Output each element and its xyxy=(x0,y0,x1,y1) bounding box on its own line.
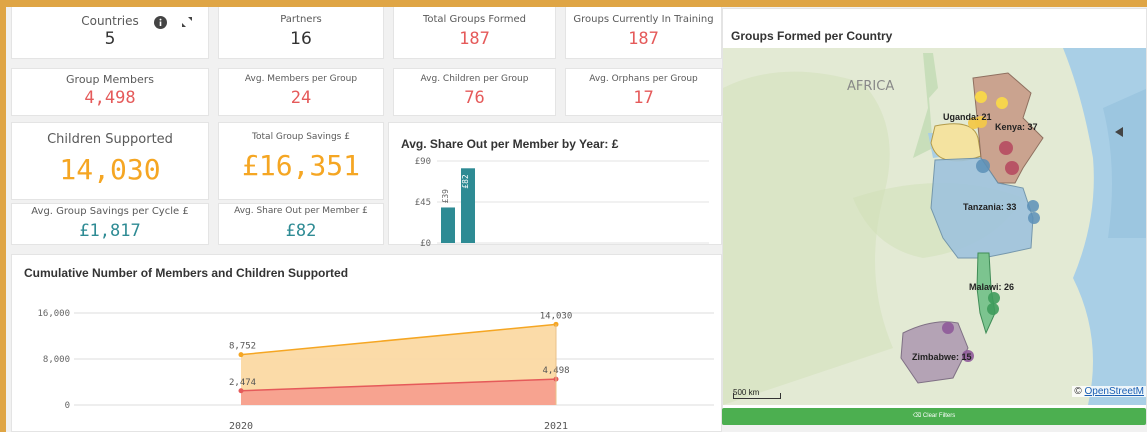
map-title: Groups Formed per Country xyxy=(731,29,893,43)
map-continent-label: AFRICA xyxy=(847,79,894,94)
bar-data-label: £82 xyxy=(461,174,470,189)
kpi-label: Avg. Members per Group xyxy=(244,74,358,84)
map-label-malawi: Malawi: 26 xyxy=(969,282,1014,292)
kpi-value: 76 xyxy=(464,88,485,108)
expand-icon[interactable] xyxy=(181,16,193,28)
kpi-countries[interactable]: Countries 5 xyxy=(11,7,209,59)
kpi-label: Partners xyxy=(280,14,322,25)
map-canvas[interactable]: AFRICA Uganda: 21 Kenya: 37 Tanzania: 33… xyxy=(723,48,1147,405)
kpi-value: 5 xyxy=(104,29,116,49)
kpi-partners[interactable]: Partners 16 xyxy=(218,7,384,59)
kpi-value: 187 xyxy=(628,29,659,49)
map-scale: 500 km xyxy=(733,388,781,399)
clear-filters-button[interactable]: ⌫ Clear Filters xyxy=(722,408,1146,425)
kpi-label: Total Groups Formed xyxy=(422,14,527,25)
groups-map-panel[interactable]: Groups Formed per Country AFRICA Uganda:… xyxy=(722,8,1147,425)
map-attribution: © OpenStreetM xyxy=(1072,386,1146,397)
y-tick-label: 8,000 xyxy=(43,355,70,365)
kpi-value: £16,351 xyxy=(241,149,360,182)
data-label: 2,474 xyxy=(229,378,256,388)
data-point xyxy=(238,388,244,394)
kpi-value: £1,817 xyxy=(79,221,141,241)
kpi-label: Group Members xyxy=(66,73,154,86)
bar-data-label: £39 xyxy=(441,189,450,204)
kpi-label: Countries xyxy=(81,14,139,28)
kpi-label: Avg. Orphans per Group xyxy=(589,74,698,84)
kpi-avg-orphans[interactable]: Avg. Orphans per Group 17 xyxy=(565,68,722,116)
share-out-bar-chart[interactable]: Avg. Share Out per Member by Year: £ £0 £… xyxy=(388,122,722,246)
attribution-link[interactable]: OpenStreetM xyxy=(1085,386,1144,397)
kpi-groups-training[interactable]: Groups Currently In Training 187 xyxy=(565,7,722,59)
kpi-avg-members[interactable]: Avg. Members per Group 24 xyxy=(218,68,384,116)
kpi-label: Total Group Savings £ xyxy=(252,132,350,142)
y-tick-label: 0 xyxy=(65,401,70,411)
kpi-avg-children[interactable]: Avg. Children per Group 76 xyxy=(393,68,556,116)
data-label: 8,752 xyxy=(229,342,256,352)
data-point xyxy=(238,352,244,358)
clear-filters-icon: ⌫ xyxy=(912,413,922,419)
y-tick-label: £45 xyxy=(415,198,431,208)
map-scale-bar xyxy=(733,393,781,399)
clear-filters-label: Clear Filters xyxy=(922,413,956,419)
kpi-value: 16 xyxy=(290,29,312,49)
map-label-kenya: Kenya: 37 xyxy=(995,122,1038,132)
data-label: 14,030 xyxy=(540,311,573,321)
kpi-value: 24 xyxy=(290,88,312,108)
kpi-value: 17 xyxy=(633,88,654,108)
y-tick-label: £0 xyxy=(420,239,431,246)
kpi-label: Groups Currently In Training xyxy=(573,14,714,25)
bar-chart-canvas: £0 £45 £90 £39 £82 xyxy=(415,157,709,246)
area-chart-canvas: 08,00016,0008,75214,0302,4744,4982020 202… xyxy=(37,309,714,432)
map-label-zimbabwe: Zimbabwe: 15 xyxy=(912,352,972,362)
kpi-value: 14,030 xyxy=(59,153,161,186)
kpi-label: Avg. Share Out per Member £ xyxy=(234,206,368,216)
attribution-prefix: © xyxy=(1074,386,1085,397)
kpi-avg-share-out[interactable]: Avg. Share Out per Member £ £82 xyxy=(218,203,384,245)
x-tick-label: 2020 xyxy=(229,421,253,432)
kpi-groups-formed[interactable]: Total Groups Formed 187 xyxy=(393,7,556,59)
y-tick-label: 16,000 xyxy=(37,309,70,319)
kpi-total-savings[interactable]: Total Group Savings £ £16,351 xyxy=(218,122,384,200)
kpi-label: Avg. Children per Group xyxy=(420,74,529,84)
y-tick-label: £90 xyxy=(415,157,431,167)
kpi-value: 4,498 xyxy=(84,88,136,108)
bar xyxy=(441,207,455,243)
dashboard-frame: Countries 5 Partners 16 Total Groups For… xyxy=(6,7,1147,432)
kpi-group-members[interactable]: Group Members 4,498 xyxy=(11,68,209,116)
map-label-tanzania: Tanzania: 33 xyxy=(963,202,1016,212)
kpi-label: Children Supported xyxy=(47,132,173,147)
kpi-value: £82 xyxy=(285,221,317,241)
cumulative-area-chart[interactable]: Cumulative Number of Members and Childre… xyxy=(11,254,722,432)
kpi-label: Avg. Group Savings per Cycle £ xyxy=(31,206,189,217)
collapse-arrow-icon[interactable] xyxy=(1115,127,1124,137)
map-label-uganda: Uganda: 21 xyxy=(943,112,992,122)
kpi-value: 187 xyxy=(459,29,490,49)
kpi-avg-savings-cycle[interactable]: Avg. Group Savings per Cycle £ £1,817 xyxy=(11,203,209,245)
kpi-children-supported[interactable]: Children Supported 14,030 xyxy=(11,122,209,200)
info-icon[interactable] xyxy=(154,16,167,29)
x-tick-label: 2021 xyxy=(544,421,568,432)
